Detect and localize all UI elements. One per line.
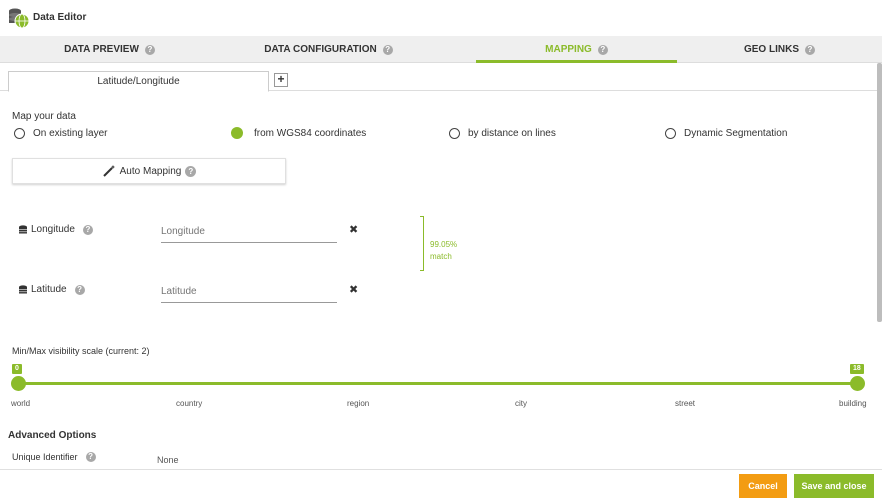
- tab-data-configuration[interactable]: DATA CONFIGURATION ?: [219, 36, 438, 63]
- match-label: match: [430, 252, 452, 261]
- match-percent: 99.05%: [430, 240, 458, 249]
- title-bar: Data Editor: [0, 0, 882, 36]
- scale-tick-country: country: [176, 399, 203, 408]
- add-tab-button[interactable]: +: [274, 73, 288, 87]
- tab-label: DATA PREVIEW: [64, 44, 139, 55]
- clear-longitude-icon[interactable]: ✖: [349, 223, 358, 236]
- scale-tick-city: city: [515, 399, 527, 408]
- longitude-label-group: Longitude ?: [18, 224, 93, 235]
- radio-circle: [449, 127, 460, 139]
- cancel-button[interactable]: Cancel: [739, 474, 787, 498]
- scale-tick-region: region: [347, 399, 370, 408]
- radio-circle: [14, 127, 25, 139]
- tab-label: GEO LINKS: [743, 44, 799, 55]
- help-icon[interactable]: ?: [85, 452, 96, 462]
- database-globe-icon: [9, 8, 30, 29]
- database-icon: [19, 224, 27, 233]
- slider-max-badge: 18: [850, 364, 864, 374]
- longitude-field[interactable]: [161, 221, 337, 243]
- unique-identifier-label-group: Unique Identifier ?: [12, 452, 96, 462]
- slider-min-handle[interactable]: [11, 376, 26, 391]
- tab-mapping[interactable]: MAPPING ?: [476, 36, 677, 63]
- tab-label: MAPPING: [545, 44, 592, 55]
- sub-tabs: Latitude/Longitude +: [0, 63, 877, 92]
- tab-label: DATA CONFIGURATION: [264, 44, 377, 55]
- database-icon: [19, 284, 27, 293]
- help-icon[interactable]: ?: [185, 165, 197, 177]
- help-icon[interactable]: ?: [382, 44, 393, 55]
- longitude-label: Longitude: [31, 224, 75, 235]
- match-indicator: 99.05% match: [430, 239, 457, 263]
- radio-circle-selected: [231, 127, 243, 139]
- help-icon[interactable]: ?: [74, 284, 85, 295]
- scrollbar[interactable]: [877, 63, 882, 322]
- visibility-scale-label: Min/Max visibility scale (current: 2): [12, 346, 150, 356]
- main-tabs: DATA PREVIEW ? DATA CONFIGURATION ? MAPP…: [0, 36, 882, 63]
- slider-max-handle[interactable]: [850, 376, 865, 391]
- advanced-options-title: Advanced Options: [8, 430, 97, 441]
- slider-min-badge: 0: [12, 364, 22, 374]
- radio-label: by distance on lines: [468, 127, 556, 139]
- scale-tick-street: street: [675, 399, 696, 408]
- radio-distance-lines[interactable]: by distance on lines: [449, 126, 556, 140]
- radio-label: from WGS84 coordinates: [254, 127, 367, 139]
- visibility-slider-track[interactable]: [18, 382, 858, 385]
- map-data-label: Map your data: [12, 111, 76, 122]
- scale-tick-world: world: [11, 399, 31, 408]
- radio-wgs84[interactable]: from WGS84 coordinates: [231, 126, 366, 140]
- save-and-close-button[interactable]: Save and close: [794, 474, 874, 498]
- help-icon[interactable]: ?: [597, 44, 608, 55]
- latitude-label-group: Latitude ?: [18, 284, 85, 295]
- radio-dynamic-segmentation[interactable]: Dynamic Segmentation: [665, 126, 787, 140]
- tab-latitude-longitude[interactable]: Latitude/Longitude: [8, 71, 269, 92]
- app-title: Data Editor: [33, 12, 87, 23]
- clear-latitude-icon[interactable]: ✖: [349, 283, 358, 296]
- tab-data-preview[interactable]: DATA PREVIEW ?: [0, 36, 219, 63]
- scale-tick-building: building: [839, 399, 867, 408]
- magic-wand-icon: [102, 165, 115, 177]
- latitude-field[interactable]: [161, 281, 337, 303]
- radio-existing-layer[interactable]: On existing layer: [14, 126, 107, 140]
- radio-circle: [665, 127, 676, 139]
- match-bracket: [420, 216, 424, 271]
- help-icon[interactable]: ?: [805, 44, 815, 55]
- help-icon[interactable]: ?: [82, 224, 93, 235]
- unique-identifier-select[interactable]: None: [157, 455, 179, 465]
- tab-geo-links[interactable]: GEO LINKS ?: [677, 36, 882, 63]
- radio-label: Dynamic Segmentation: [684, 127, 788, 139]
- latitude-label: Latitude: [31, 284, 67, 295]
- auto-mapping-button[interactable]: Auto Mapping ?: [12, 158, 286, 184]
- unique-identifier-label: Unique Identifier: [12, 452, 78, 462]
- help-icon[interactable]: ?: [144, 44, 155, 55]
- radio-label: On existing layer: [33, 127, 108, 139]
- auto-mapping-label: Auto Mapping: [119, 165, 182, 177]
